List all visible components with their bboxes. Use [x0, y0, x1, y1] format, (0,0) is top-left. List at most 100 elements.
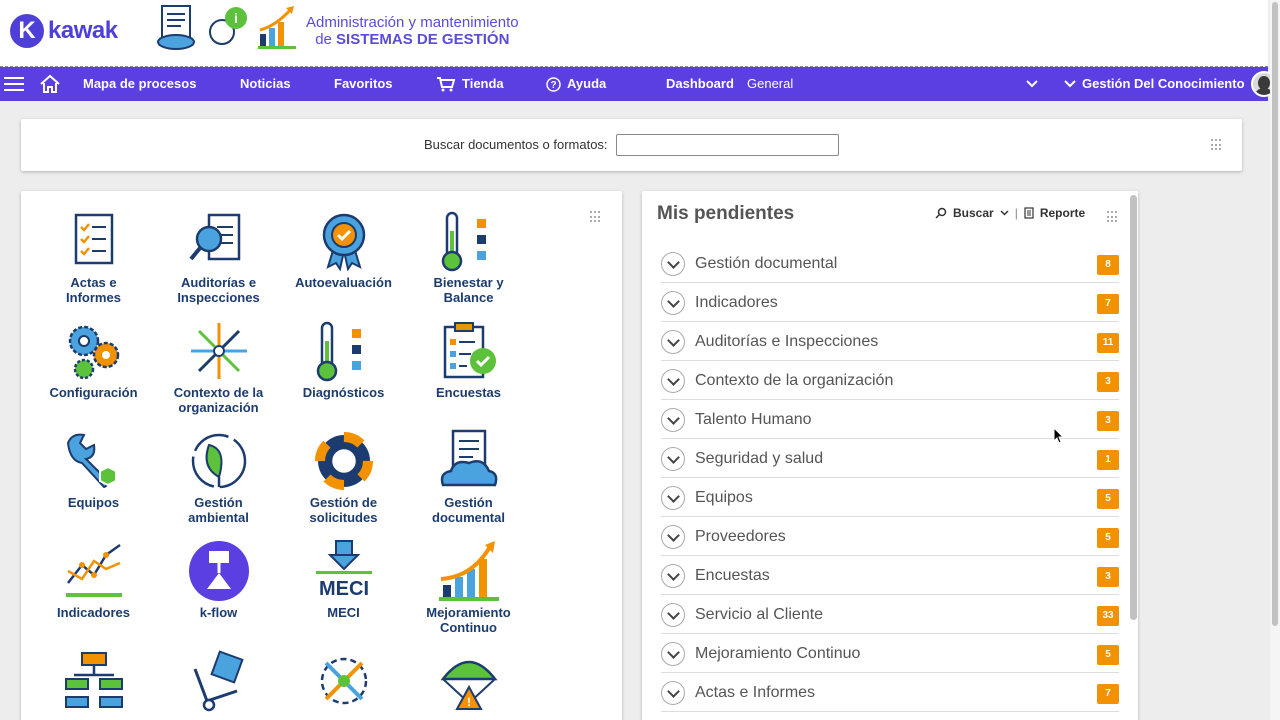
dashboard-dropdown-chevron-icon[interactable] [1026, 67, 1038, 101]
pending-label: Proveedores [695, 528, 786, 545]
svg-text:?: ? [550, 80, 556, 91]
module-autoevaluacion[interactable]: Autoevaluación [281, 209, 406, 290]
module-partial-3[interactable] [281, 649, 406, 713]
module-label: Encuestas [435, 385, 502, 400]
expand-chevron-icon[interactable] [661, 369, 685, 393]
module-gestion-ambiental[interactable]: Gestión ambiental [156, 429, 281, 525]
nav-ayuda[interactable]: ? Ayuda [546, 67, 606, 101]
pending-label: Encuestas [695, 567, 770, 584]
chevron-down-icon [1064, 80, 1076, 88]
pending-label: Actas e Informes [695, 684, 816, 701]
module-gestion-solicitudes[interactable]: Gestión de solicitudes [281, 429, 406, 525]
module-meci[interactable]: MECI MECI [281, 539, 406, 620]
pending-row[interactable]: Equipos 5 [661, 478, 1119, 517]
pending-row[interactable]: Encuestas 3 [661, 556, 1119, 595]
pending-row[interactable]: Talento Humano 3 [661, 400, 1119, 439]
drag-handle-icon[interactable] [590, 211, 602, 223]
pending-row[interactable]: Auditorías e Inspecciones 11 [661, 322, 1119, 361]
pending-row[interactable]: Proveedores 5 [661, 517, 1119, 556]
pending-row[interactable]: Mejoramiento Continuo 5 [661, 634, 1119, 673]
dashboard-select[interactable]: General [747, 67, 793, 101]
module-bienestar[interactable]: Bienestar y Balance [406, 209, 531, 305]
expand-chevron-icon[interactable] [661, 252, 685, 276]
home-icon[interactable] [39, 67, 61, 101]
growth-chart-icon [258, 6, 296, 49]
pending-count-badge: 7 [1097, 684, 1119, 704]
module-label: Bienestar y Balance [433, 275, 504, 305]
module-label: k-flow [199, 605, 238, 620]
brand-illustrations: i [156, 4, 298, 50]
expand-chevron-icon[interactable] [661, 564, 685, 588]
pending-count-badge: 8 [1097, 255, 1119, 275]
module-partial-2[interactable] [156, 649, 281, 713]
search-input[interactable] [616, 134, 839, 156]
menu-icon[interactable] [4, 67, 24, 101]
search-label: Buscar documentos o formatos: [424, 137, 608, 152]
module-label: Indicadores [57, 605, 130, 620]
pending-row[interactable]: Seguridad y salud 1 [661, 439, 1119, 478]
pending-report-button[interactable]: Reporte [1040, 206, 1085, 220]
tagline-line1: Administración y mantenimiento [306, 14, 519, 31]
expand-chevron-icon[interactable] [661, 291, 685, 315]
nav-mapa-procesos[interactable]: Mapa de procesos [83, 67, 196, 101]
expand-chevron-icon[interactable] [661, 642, 685, 666]
drag-handle-icon[interactable] [1211, 139, 1223, 151]
lifebuoy-icon [314, 432, 373, 490]
pending-count-badge: 1 [1097, 450, 1119, 470]
pending-row[interactable]: Indicadores 7 [661, 283, 1119, 322]
chevron-down-icon[interactable] [1000, 210, 1009, 216]
kawak-logo[interactable]: K kawak [10, 14, 118, 48]
module-equipos[interactable]: Equipos [31, 429, 156, 510]
user-area-menu[interactable]: Gestión Del Conocimiento [1064, 67, 1277, 101]
module-partial-1[interactable] [31, 649, 156, 713]
module-actas-informes[interactable]: Actas e Informes [31, 209, 156, 305]
expand-chevron-icon[interactable] [661, 603, 685, 627]
pending-label: Gestión documental [695, 255, 838, 272]
pending-count-badge: 3 [1097, 567, 1119, 587]
pending-row[interactable]: Actas e Informes 7 [661, 673, 1119, 712]
pending-count-badge: 3 [1097, 372, 1119, 392]
brand-bar: K kawak i Administración y mantenimiento… [0, 0, 1268, 67]
mouse-cursor-icon [1053, 427, 1065, 444]
dashboard-label: Dashboard [666, 76, 734, 91]
pending-count-badge: 33 [1097, 606, 1119, 626]
actas-checklist-icon [74, 213, 113, 265]
expand-chevron-icon[interactable] [661, 330, 685, 354]
expand-chevron-icon[interactable] [661, 408, 685, 432]
nav-ayuda-label: Ayuda [567, 76, 607, 91]
module-gestion-documental[interactable]: Gestión documental [406, 429, 531, 525]
gears-icon [68, 325, 119, 380]
page-scrollbar[interactable] [1270, 0, 1280, 720]
module-mejoramiento-continuo[interactable]: Mejoramiento Continuo [406, 539, 531, 635]
drag-handle-icon[interactable] [1107, 211, 1119, 223]
modules-card: Actas e Informes Auditorías e Inspecciones… [21, 191, 622, 720]
expand-chevron-icon[interactable] [661, 525, 685, 549]
expand-chevron-icon[interactable] [661, 681, 685, 705]
nav-noticias[interactable]: Noticias [240, 67, 291, 101]
report-icon [1024, 207, 1034, 219]
expand-chevron-icon[interactable] [661, 486, 685, 510]
module-configuracion[interactable]: Configuración [31, 319, 156, 400]
pending-label: Auditorías e Inspecciones [695, 333, 879, 350]
pending-row[interactable]: Gestión documental 8 [661, 244, 1119, 283]
module-label: Actas e Informes [66, 275, 121, 305]
pending-label: Contexto de la organización [695, 372, 894, 389]
nav-tienda[interactable]: Tienda [436, 67, 504, 101]
module-auditorias[interactable]: Auditorías e Inspecciones [156, 209, 281, 305]
pending-search-button[interactable]: Buscar [953, 206, 994, 220]
nav-favoritos[interactable]: Favoritos [334, 67, 393, 101]
module-encuestas[interactable]: Encuestas [406, 319, 531, 400]
svg-text:i: i [234, 10, 238, 26]
expand-chevron-icon[interactable] [661, 447, 685, 471]
growth-chart-icon [438, 541, 499, 601]
thermometer-checklist-icon [316, 321, 361, 382]
module-partial-4[interactable]: ! [406, 649, 531, 713]
pending-row[interactable]: Contexto de la organización 3 [661, 361, 1119, 400]
pending-scrollbar[interactable] [1130, 195, 1137, 620]
module-diagnosticos[interactable]: Diagnósticos [281, 319, 406, 400]
search-icon [935, 207, 947, 219]
module-k-flow[interactable]: k-flow [156, 539, 281, 620]
module-indicadores[interactable]: Indicadores [31, 539, 156, 620]
module-contexto[interactable]: Contexto de la organización [156, 319, 281, 415]
pending-row[interactable]: Servicio al Cliente 33 [661, 595, 1119, 634]
